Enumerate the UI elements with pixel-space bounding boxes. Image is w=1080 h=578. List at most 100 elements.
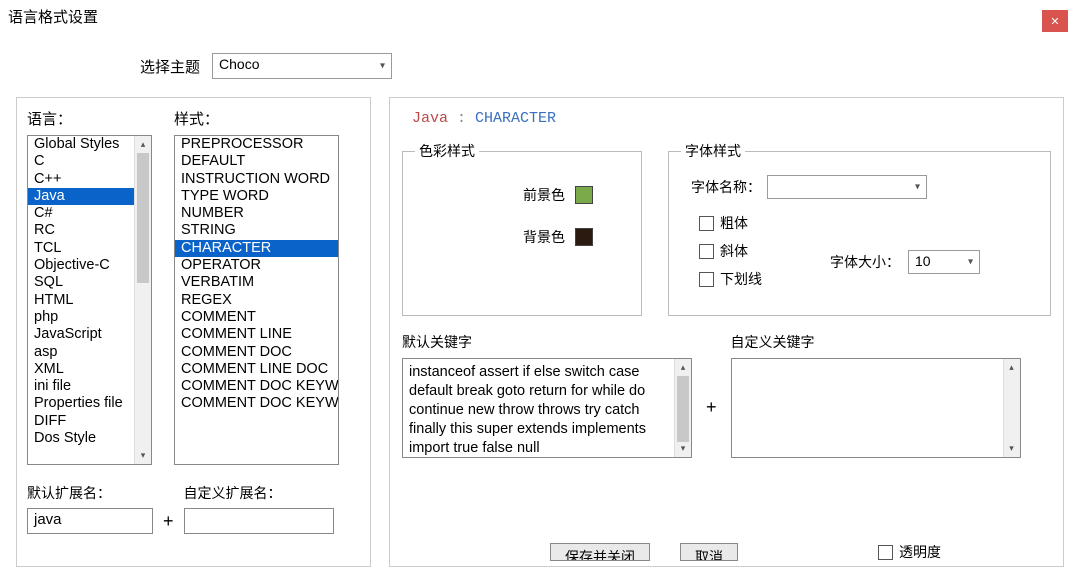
header-language: Java (412, 110, 448, 127)
scroll-down-icon[interactable]: ▾ (135, 447, 151, 464)
language-item[interactable]: ini file (28, 378, 134, 395)
custom-ext-label: 自定义扩展名： (184, 483, 334, 503)
cancel-button[interactable]: 取消 (680, 543, 738, 561)
language-item[interactable]: C++ (28, 171, 134, 188)
font-style-legend: 字体样式 (681, 141, 745, 161)
header-separator: : (448, 110, 475, 127)
language-item[interactable]: Java (28, 188, 134, 205)
color-style-fieldset: 色彩样式 前景色 背景色 (402, 141, 642, 316)
style-item[interactable]: OPERATOR (175, 257, 338, 274)
style-list-label: 样式： (174, 108, 339, 129)
language-item[interactable]: php (28, 309, 134, 326)
default-keywords-value: instanceof assert if else switch case de… (403, 359, 674, 457)
close-icon: ✕ (1050, 15, 1059, 28)
scroll-down-icon[interactable]: ▾ (1004, 440, 1020, 457)
style-item[interactable]: COMMENT DOC KEYWORD (175, 378, 338, 395)
default-keywords-scrollbar[interactable]: ▴ ▾ (674, 359, 691, 457)
plus-separator: + (163, 511, 174, 534)
style-item[interactable]: COMMENT LINE (175, 326, 338, 343)
style-item[interactable]: PREPROCESSOR (175, 136, 338, 153)
background-label: 背景色 (523, 227, 565, 247)
default-keywords-label: 默认关键字 (402, 332, 692, 352)
left-panel: 语言： Global StylesCC++JavaC#RCTCLObjectiv… (16, 97, 371, 567)
scroll-up-icon[interactable]: ▴ (675, 359, 691, 376)
font-size-label: 字体大小： (830, 252, 900, 272)
transparency-checkbox[interactable] (878, 545, 893, 560)
custom-keywords-value (732, 359, 1003, 457)
chevron-down-icon: ▾ (380, 61, 385, 72)
font-name-select[interactable]: ▾ (767, 175, 927, 199)
style-header: Java : CHARACTER (412, 110, 1051, 127)
language-item[interactable]: DIFF (28, 413, 134, 430)
custom-keywords-textarea[interactable]: ▴ ▾ (731, 358, 1021, 458)
language-list-label: 语言： (27, 108, 152, 129)
style-item[interactable]: COMMENT DOC KEYWORD ERROR (175, 395, 338, 412)
font-style-fieldset: 字体样式 字体名称： ▾ 粗体 (668, 141, 1051, 316)
style-item[interactable]: NUMBER (175, 205, 338, 222)
default-ext-input[interactable]: java (27, 508, 153, 534)
language-item[interactable]: Objective-C (28, 257, 134, 274)
italic-checkbox[interactable] (699, 244, 714, 259)
scroll-up-icon[interactable]: ▴ (135, 136, 151, 153)
italic-label: 斜体 (720, 241, 748, 261)
language-item[interactable]: JavaScript (28, 326, 134, 343)
language-item[interactable]: asp (28, 344, 134, 361)
language-item[interactable]: Dos Style (28, 430, 134, 447)
language-item[interactable]: XML (28, 361, 134, 378)
color-style-legend: 色彩样式 (415, 141, 479, 161)
font-name-label: 字体名称： (691, 177, 761, 197)
default-ext-value: java (34, 511, 62, 528)
save-close-button[interactable]: 保存并关闭 (550, 543, 650, 561)
scroll-thumb[interactable] (137, 153, 149, 283)
scroll-down-icon[interactable]: ▾ (675, 440, 691, 457)
theme-value: Choco (219, 56, 259, 72)
bold-checkbox[interactable] (699, 216, 714, 231)
scroll-thumb[interactable] (677, 376, 689, 442)
style-item[interactable]: COMMENT (175, 309, 338, 326)
language-item[interactable]: C (28, 153, 134, 170)
chevron-down-icon: ▾ (968, 257, 973, 268)
underline-label: 下划线 (720, 269, 762, 289)
style-item[interactable]: TYPE WORD (175, 188, 338, 205)
custom-keywords-scrollbar[interactable]: ▴ ▾ (1003, 359, 1020, 457)
window-title: 语言格式设置 (0, 0, 1080, 31)
style-item[interactable]: VERBATIM (175, 274, 338, 291)
style-item[interactable]: CHARACTER (175, 240, 338, 257)
theme-select[interactable]: Choco ▾ (212, 53, 392, 79)
language-item[interactable]: SQL (28, 274, 134, 291)
language-listbox[interactable]: Global StylesCC++JavaC#RCTCLObjective-CS… (27, 135, 152, 465)
style-item[interactable]: STRING (175, 222, 338, 239)
language-scrollbar[interactable]: ▴ ▾ (134, 136, 151, 464)
style-listbox[interactable]: PREPROCESSORDEFAULTINSTRUCTION WORDTYPE … (174, 135, 339, 465)
style-item[interactable]: INSTRUCTION WORD (175, 171, 338, 188)
language-item[interactable]: C# (28, 205, 134, 222)
foreground-label: 前景色 (523, 185, 565, 205)
font-size-value: 10 (915, 253, 931, 269)
close-button[interactable]: ✕ (1042, 10, 1068, 32)
custom-ext-input[interactable] (184, 508, 334, 534)
language-item[interactable]: RC (28, 222, 134, 239)
default-keywords-textarea[interactable]: instanceof assert if else switch case de… (402, 358, 692, 458)
language-item[interactable]: Properties file (28, 395, 134, 412)
transparency-label: 透明度 (899, 542, 941, 562)
right-panel: Java : CHARACTER 色彩样式 前景色 背景色 字体样式 字体名称： (389, 97, 1064, 567)
chevron-down-icon: ▾ (915, 182, 920, 193)
default-ext-label: 默认扩展名： (27, 483, 153, 503)
language-item[interactable]: HTML (28, 292, 134, 309)
theme-label: 选择主题 (140, 56, 200, 77)
style-item[interactable]: DEFAULT (175, 153, 338, 170)
language-item[interactable]: Global Styles (28, 136, 134, 153)
header-style: CHARACTER (475, 110, 556, 127)
style-item[interactable]: REGEX (175, 292, 338, 309)
foreground-swatch[interactable] (575, 186, 593, 204)
custom-keywords-label: 自定义关键字 (731, 332, 1021, 352)
underline-checkbox[interactable] (699, 272, 714, 287)
plus-separator: + (706, 397, 717, 418)
language-item[interactable]: TCL (28, 240, 134, 257)
style-item[interactable]: COMMENT DOC (175, 344, 338, 361)
font-size-select[interactable]: 10 ▾ (908, 250, 980, 274)
background-swatch[interactable] (575, 228, 593, 246)
theme-row: 选择主题 Choco ▾ (140, 53, 1080, 79)
scroll-up-icon[interactable]: ▴ (1004, 359, 1020, 376)
style-item[interactable]: COMMENT LINE DOC (175, 361, 338, 378)
